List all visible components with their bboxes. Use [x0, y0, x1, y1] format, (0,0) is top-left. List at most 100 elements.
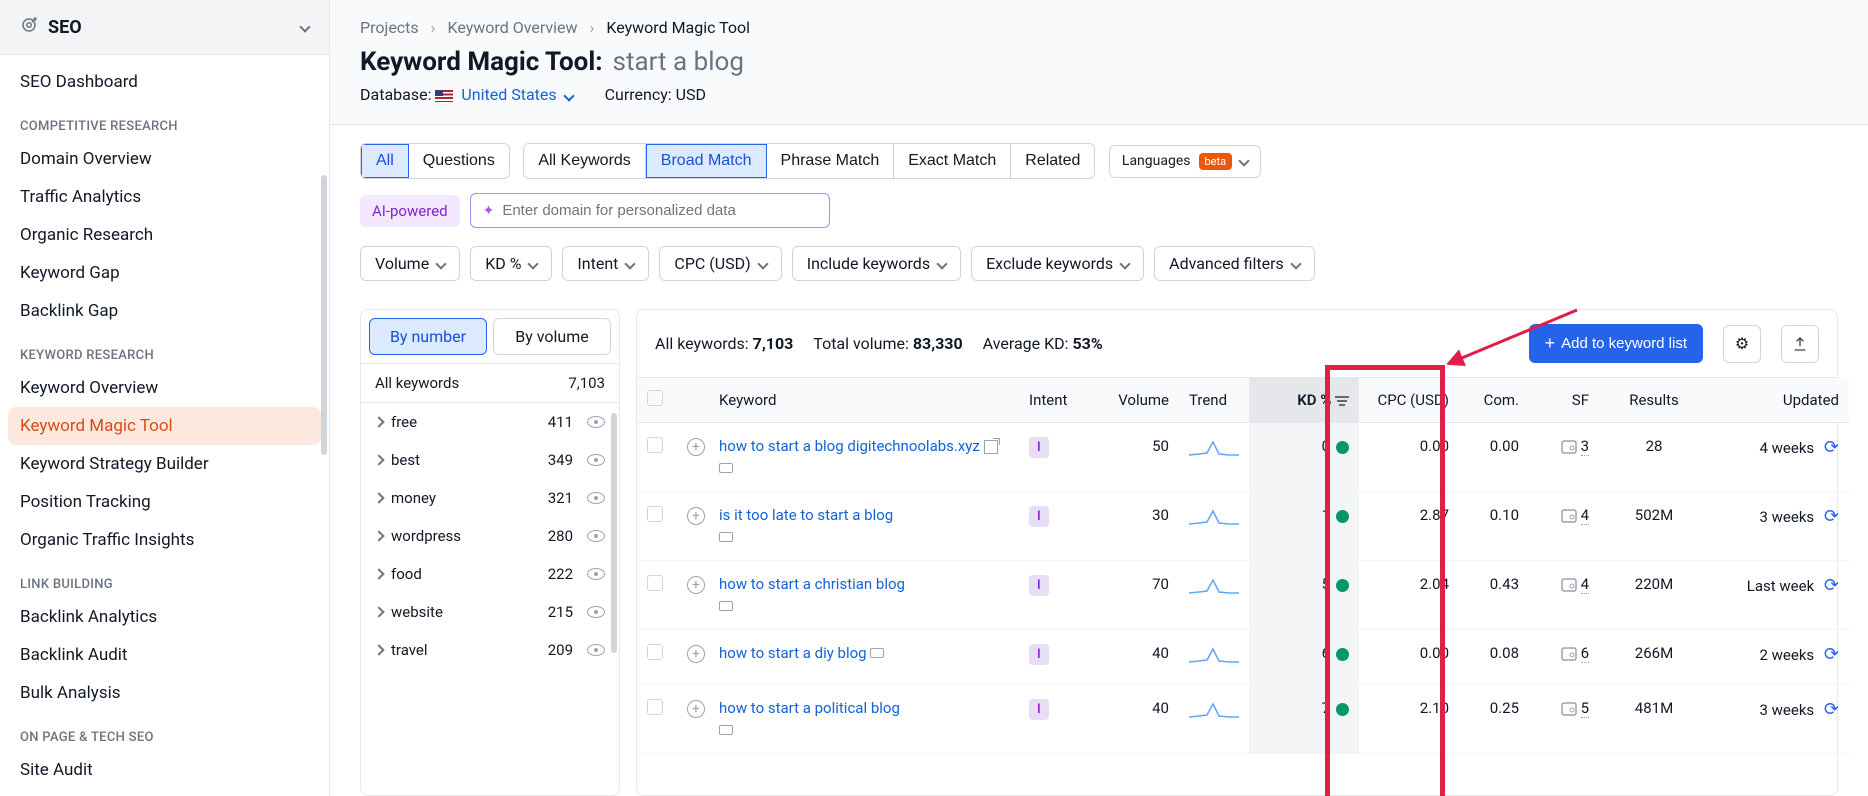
cell-sf[interactable]: 6 [1529, 630, 1599, 685]
cell-sf[interactable]: 4 [1529, 492, 1599, 561]
segment-exact-match[interactable]: Exact Match [894, 144, 1011, 178]
serp-icon[interactable] [870, 648, 884, 658]
keyword-group-item[interactable]: best349 [361, 441, 619, 479]
sidebar-item[interactable]: Bulk Analysis [0, 674, 329, 712]
sidebar-item[interactable]: Domain Overview [0, 140, 329, 178]
row-checkbox[interactable] [647, 575, 663, 591]
eye-icon[interactable] [587, 492, 605, 504]
row-checkbox[interactable] [647, 699, 663, 715]
refresh-button[interactable]: ⟳ [1824, 699, 1839, 720]
sidebar-item[interactable]: Organic Research [0, 216, 329, 254]
segment-all-keywords[interactable]: All Keywords [524, 144, 645, 178]
col-header[interactable] [637, 378, 677, 423]
col-header[interactable] [677, 378, 709, 423]
select-all-checkbox[interactable] [647, 390, 663, 406]
sidebar-item[interactable]: Organic Traffic Insights [0, 521, 329, 559]
keyword-group-item[interactable]: money321 [361, 479, 619, 517]
keyword-group-item[interactable]: travel209 [361, 631, 619, 669]
sidebar-item[interactable]: Keyword Gap [0, 254, 329, 292]
filter-cpc-usd-[interactable]: CPC (USD) [659, 246, 781, 281]
cell-sf[interactable]: 4 [1529, 561, 1599, 630]
keyword-group-item[interactable]: website215 [361, 593, 619, 631]
cell-sf[interactable]: 5 [1529, 685, 1599, 754]
col-header[interactable]: CPC (USD) [1359, 378, 1459, 423]
refresh-button[interactable]: ⟳ [1824, 506, 1839, 527]
sidebar-item[interactable]: Keyword Strategy Builder [0, 445, 329, 483]
filter-intent[interactable]: Intent [562, 246, 649, 281]
serp-icon[interactable] [719, 532, 733, 542]
segment-questions[interactable]: Questions [409, 144, 509, 178]
segment-related[interactable]: Related [1011, 144, 1094, 178]
ai-domain-input[interactable] [502, 202, 816, 219]
eye-icon[interactable] [587, 416, 605, 428]
sidebar-item[interactable]: Position Tracking [0, 483, 329, 521]
keyword-link[interactable]: is it too late to start a blog [719, 506, 1009, 524]
eye-icon[interactable] [587, 454, 605, 466]
db-selector[interactable]: Database: United States [360, 85, 573, 104]
col-header[interactable]: Intent [1019, 378, 1089, 423]
segment-all[interactable]: All [361, 144, 409, 178]
cell-sf[interactable]: 3 [1529, 423, 1599, 492]
breadcrumb-item[interactable]: Keyword Overview [447, 18, 577, 37]
tab-by-number[interactable]: By number [369, 318, 487, 355]
sidebar-item[interactable]: Backlink Analytics [0, 598, 329, 636]
tab-by-volume[interactable]: By volume [493, 318, 611, 355]
keyword-link[interactable]: how to start a diy blog [719, 644, 1009, 662]
filter-volume[interactable]: Volume [360, 246, 460, 281]
filter-kd-[interactable]: KD % [470, 246, 552, 281]
keyword-group-item[interactable]: food222 [361, 555, 619, 593]
eye-icon[interactable] [587, 530, 605, 542]
eye-icon[interactable] [587, 606, 605, 618]
row-checkbox[interactable] [647, 437, 663, 453]
filter-exclude-keywords[interactable]: Exclude keywords [971, 246, 1144, 281]
sidebar-item[interactable]: Keyword Magic Tool [8, 407, 321, 445]
expand-icon[interactable]: + [687, 576, 705, 594]
groups-scrollbar[interactable] [611, 413, 617, 653]
col-header[interactable]: Updated [1709, 378, 1849, 423]
eye-icon[interactable] [587, 644, 605, 656]
col-header[interactable]: Volume [1089, 378, 1179, 423]
filter-include-keywords[interactable]: Include keywords [792, 246, 961, 281]
sidebar-scrollbar[interactable] [321, 175, 327, 455]
breadcrumb-item[interactable]: Projects [360, 18, 419, 37]
sidebar-item[interactable]: Keyword Overview [0, 369, 329, 407]
serp-icon[interactable] [719, 725, 733, 735]
expand-icon[interactable]: + [687, 645, 705, 663]
ai-domain-input-wrap[interactable]: ✦ [470, 193, 830, 228]
refresh-button[interactable]: ⟳ [1824, 575, 1839, 596]
keyword-link[interactable]: how to start a political blog [719, 699, 1009, 717]
keyword-group-item[interactable]: free411 [361, 403, 619, 441]
refresh-button[interactable]: ⟳ [1824, 437, 1839, 458]
keyword-group-item[interactable]: wordpress280 [361, 517, 619, 555]
add-to-list-button[interactable]: +Add to keyword list [1529, 324, 1703, 363]
settings-button[interactable]: ⚙ [1723, 325, 1761, 363]
sidebar-category-header[interactable]: SEO [0, 0, 329, 55]
keyword-link[interactable]: how to start a blog digitechnoolabs.xyz [719, 437, 1009, 455]
col-header[interactable]: Results [1599, 378, 1709, 423]
languages-dropdown[interactable]: Languages beta [1109, 145, 1261, 178]
eye-icon[interactable] [587, 568, 605, 580]
filter-advanced-filters[interactable]: Advanced filters [1154, 246, 1315, 281]
segment-broad-match[interactable]: Broad Match [646, 144, 767, 178]
serp-icon[interactable] [719, 463, 733, 473]
serp-icon[interactable] [719, 601, 733, 611]
export-button[interactable] [1781, 325, 1819, 363]
sidebar-item[interactable]: Backlink Audit [0, 636, 329, 674]
col-header[interactable]: Com. [1459, 378, 1529, 423]
segment-phrase-match[interactable]: Phrase Match [767, 144, 895, 178]
sidebar-item[interactable]: Site Audit [0, 751, 329, 789]
sidebar-item[interactable]: Traffic Analytics [0, 178, 329, 216]
expand-icon[interactable]: + [687, 507, 705, 525]
col-header[interactable]: Trend [1179, 378, 1249, 423]
expand-icon[interactable]: + [687, 438, 705, 456]
col-header[interactable]: SF [1529, 378, 1599, 423]
sidebar-item[interactable]: Backlink Gap [0, 292, 329, 330]
col-header[interactable]: KD % [1249, 378, 1359, 423]
row-checkbox[interactable] [647, 506, 663, 522]
sidebar-item[interactable]: SEO Dashboard [0, 63, 329, 101]
refresh-button[interactable]: ⟳ [1824, 644, 1839, 665]
expand-icon[interactable]: + [687, 700, 705, 718]
row-checkbox[interactable] [647, 644, 663, 660]
all-keywords-row[interactable]: All keywords 7,103 [361, 364, 619, 403]
col-header[interactable]: Keyword [709, 378, 1019, 423]
